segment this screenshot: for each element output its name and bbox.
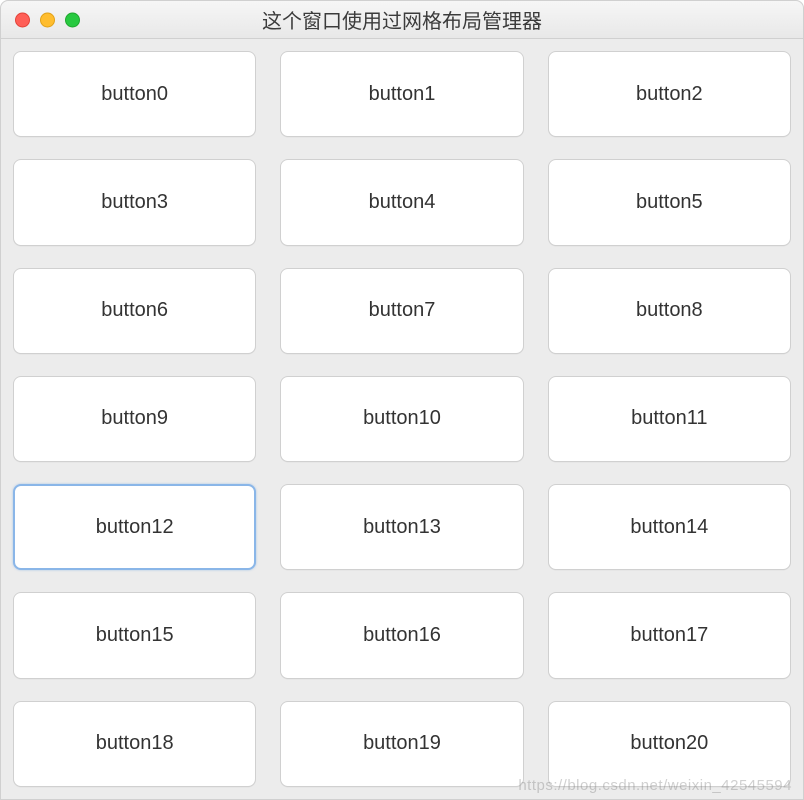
grid-button-13[interactable]: button13	[280, 484, 523, 570]
titlebar: 这个窗口使用过网格布局管理器	[1, 1, 803, 39]
button-label: button18	[96, 732, 174, 755]
button-label: button11	[631, 407, 707, 430]
app-window: 这个窗口使用过网格布局管理器 button0 button1 button2 b…	[0, 0, 804, 800]
maximize-icon[interactable]	[65, 12, 80, 27]
button-label: button19	[363, 732, 441, 755]
button-label: button13	[363, 516, 441, 539]
grid-button-7[interactable]: button7	[280, 268, 523, 354]
button-label: button0	[101, 83, 168, 106]
button-label: button12	[96, 516, 174, 539]
grid-button-2[interactable]: button2	[548, 51, 791, 137]
grid-button-17[interactable]: button17	[548, 592, 791, 678]
button-label: button4	[369, 191, 436, 214]
grid-button-9[interactable]: button9	[13, 376, 256, 462]
grid-button-1[interactable]: button1	[280, 51, 523, 137]
button-label: button3	[101, 191, 168, 214]
grid-button-6[interactable]: button6	[13, 268, 256, 354]
grid-button-4[interactable]: button4	[280, 159, 523, 245]
button-label: button20	[630, 732, 708, 755]
grid-content: button0 button1 button2 button3 button4 …	[1, 39, 803, 799]
button-label: button9	[101, 407, 168, 430]
grid-button-18[interactable]: button18	[13, 701, 256, 787]
button-label: button8	[636, 299, 703, 322]
button-label: button10	[363, 407, 441, 430]
minimize-icon[interactable]	[40, 12, 55, 27]
grid-button-16[interactable]: button16	[280, 592, 523, 678]
grid-button-10[interactable]: button10	[280, 376, 523, 462]
button-label: button14	[630, 516, 708, 539]
grid-button-0[interactable]: button0	[13, 51, 256, 137]
button-label: button17	[630, 624, 708, 647]
grid-button-3[interactable]: button3	[13, 159, 256, 245]
button-label: button16	[363, 624, 441, 647]
button-label: button7	[369, 299, 436, 322]
window-title: 这个窗口使用过网格布局管理器	[1, 5, 803, 34]
button-label: button5	[636, 191, 703, 214]
button-label: button1	[369, 83, 436, 106]
grid-button-12[interactable]: button12	[13, 484, 256, 570]
grid-button-14[interactable]: button14	[548, 484, 791, 570]
button-label: button15	[96, 624, 174, 647]
button-label: button2	[636, 83, 703, 106]
grid-button-5[interactable]: button5	[548, 159, 791, 245]
grid-button-19[interactable]: button19	[280, 701, 523, 787]
grid-button-15[interactable]: button15	[13, 592, 256, 678]
grid-button-11[interactable]: button11	[548, 376, 791, 462]
grid-button-20[interactable]: button20	[548, 701, 791, 787]
button-label: button6	[101, 299, 168, 322]
close-icon[interactable]	[15, 12, 30, 27]
grid-button-8[interactable]: button8	[548, 268, 791, 354]
traffic-lights	[15, 12, 80, 27]
